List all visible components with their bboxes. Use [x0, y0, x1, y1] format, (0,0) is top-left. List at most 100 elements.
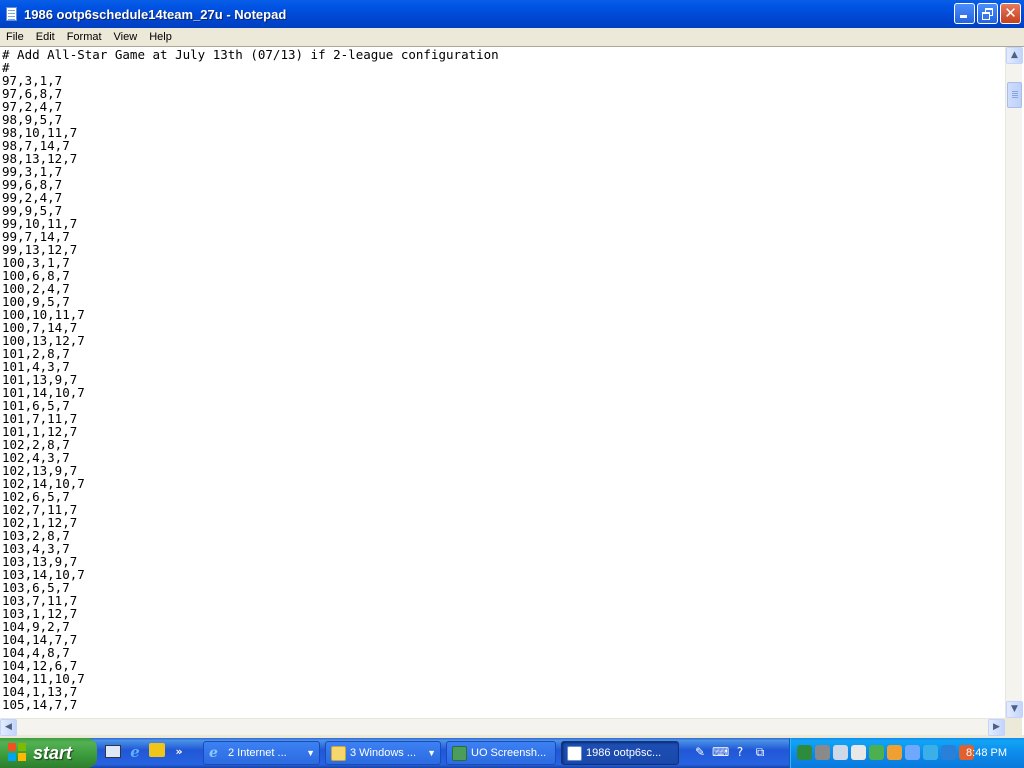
text-line: 102,2,8,7	[2, 437, 70, 452]
notepad-icon[interactable]	[4, 6, 20, 22]
text-line: 99,10,11,7	[2, 216, 78, 231]
scroll-left-button[interactable]: ◀	[0, 719, 17, 736]
close-icon: ✕	[1004, 4, 1017, 22]
show-desktop-icon[interactable]	[104, 743, 122, 761]
system-tray: 8:48 PM	[789, 738, 1024, 768]
text-line: 104,9,2,7	[2, 619, 70, 634]
chevron-down-icon: ▼	[306, 748, 315, 758]
text-line: 101,2,8,7	[2, 346, 70, 361]
text-line: #	[2, 60, 10, 75]
tray-icons	[797, 745, 974, 760]
text-line: 99,7,14,7	[2, 229, 70, 244]
text-line: 100,10,11,7	[2, 307, 85, 322]
start-label: start	[33, 742, 73, 763]
volume-icon[interactable]	[905, 745, 920, 760]
scroll-down-button[interactable]: ▼	[1006, 701, 1023, 718]
pen-icon[interactable]: ✎	[692, 744, 708, 760]
restore-button[interactable]	[977, 3, 998, 24]
scroll-right-button[interactable]: ▶	[988, 719, 1005, 736]
notepad-icon	[567, 745, 582, 761]
text-line: 104,14,7,7	[2, 632, 78, 647]
media-player-icon[interactable]	[148, 743, 166, 761]
text-line: 102,7,11,7	[2, 502, 78, 517]
text-line: 99,13,12,7	[2, 242, 78, 257]
text-line: 102,4,3,7	[2, 450, 70, 465]
text-line: 101,7,11,7	[2, 411, 78, 426]
update-icon[interactable]	[887, 745, 902, 760]
arrow-left-icon: ◀	[5, 722, 12, 732]
text-line: 99,6,8,7	[2, 177, 63, 192]
clock[interactable]: 8:48 PM	[966, 738, 1007, 768]
text-line: 100,13,12,7	[2, 333, 85, 348]
text-line: 103,13,9,7	[2, 554, 78, 569]
arrow-right-icon: ▶	[993, 722, 1000, 732]
close-button[interactable]: ✕	[1000, 3, 1021, 24]
task-label: 2 Internet ...	[228, 747, 287, 759]
start-button[interactable]: start	[0, 738, 97, 768]
restore-bar-icon[interactable]: ⧉	[752, 744, 768, 760]
tray-app-icon[interactable]	[923, 745, 938, 760]
menu-format[interactable]: Format	[61, 28, 108, 46]
text-line: 99,2,4,7	[2, 190, 63, 205]
title-bar[interactable]: 1986 ootp6schedule14team_27u - Notepad ✕	[0, 0, 1024, 28]
text-line: # Add All-Star Game at July 13th (07/13)…	[2, 48, 499, 62]
window-controls: ✕	[954, 3, 1021, 24]
vertical-scrollbar[interactable]: ▲ ▼	[1005, 47, 1023, 718]
scrollbar-corner	[1005, 718, 1022, 735]
text-line: 104,12,6,7	[2, 658, 78, 673]
text-line: 104,4,8,7	[2, 645, 70, 660]
text-line: 98,13,12,7	[2, 151, 78, 166]
text-line: 102,6,5,7	[2, 489, 70, 504]
quick-launch-chevron[interactable]: »	[170, 743, 188, 761]
text-line: 100,3,1,7	[2, 255, 70, 270]
keyboard-icon[interactable]: ⌨	[712, 744, 729, 760]
window-title: 1986 ootp6schedule14team_27u - Notepad	[24, 6, 287, 22]
vertical-scroll-thumb[interactable]	[1007, 82, 1022, 108]
text-line: 100,9,5,7	[2, 294, 70, 309]
text-line: 100,6,8,7	[2, 268, 70, 283]
text-line: 102,1,12,7	[2, 515, 78, 530]
task-label: 3 Windows ...	[350, 747, 417, 759]
menu-help[interactable]: Help	[143, 28, 178, 46]
menu-view[interactable]: View	[108, 28, 144, 46]
checkmark-icon[interactable]	[869, 745, 884, 760]
minimize-button[interactable]	[954, 3, 975, 24]
help-icon[interactable]: ?	[732, 744, 748, 760]
text-line: 97,3,1,7	[2, 73, 63, 88]
task-notepad[interactable]: 1986 ootp6sc...	[561, 741, 679, 765]
network-icon[interactable]	[815, 745, 830, 760]
task-internet-explorer[interactable]: e 2 Internet ... ▼	[203, 741, 320, 765]
minimize-icon	[960, 15, 967, 18]
search-icon[interactable]	[941, 745, 956, 760]
microphone-icon[interactable]	[833, 745, 848, 760]
text-line: 99,9,5,7	[2, 203, 63, 218]
chevron-down-icon: ▼	[427, 748, 436, 758]
text-line: 97,6,8,7	[2, 86, 63, 101]
text-line: 103,4,3,7	[2, 541, 70, 556]
folder-icon	[331, 745, 346, 761]
menu-edit[interactable]: Edit	[30, 28, 61, 46]
windows-logo-icon	[8, 743, 28, 763]
text-line: 101,6,5,7	[2, 398, 70, 413]
text-line: 105,14,7,7	[2, 697, 78, 712]
text-line: 98,10,11,7	[2, 125, 78, 140]
scroll-up-button[interactable]: ▲	[1006, 47, 1023, 64]
text-line: 104,11,10,7	[2, 671, 85, 686]
text-line: 101,4,3,7	[2, 359, 70, 374]
task-windows-explorer[interactable]: 3 Windows ... ▼	[325, 741, 441, 765]
menu-file[interactable]: File	[0, 28, 30, 46]
internet-explorer-icon[interactable]: e	[126, 743, 144, 761]
security-shield-icon[interactable]	[797, 745, 812, 760]
task-uo-screenshot[interactable]: UO Screensh...	[446, 741, 556, 765]
mouse-icon[interactable]	[851, 745, 866, 760]
text-line: 103,7,11,7	[2, 593, 78, 608]
text-line: 103,2,8,7	[2, 528, 70, 543]
text-line: 103,1,12,7	[2, 606, 78, 621]
menu-bar: File Edit Format View Help	[0, 28, 1024, 46]
text-line: 98,9,5,7	[2, 112, 63, 127]
horizontal-scrollbar[interactable]: ◀ ▶	[0, 718, 1005, 736]
text-editor[interactable]: # Add All-Star Game at July 13th (07/13)…	[2, 48, 1003, 718]
task-label: 1986 ootp6sc...	[586, 747, 662, 759]
taskbar-toolbar: ✎ ⌨ ? ⧉	[692, 744, 768, 760]
arrow-up-icon: ▲	[1011, 50, 1018, 60]
